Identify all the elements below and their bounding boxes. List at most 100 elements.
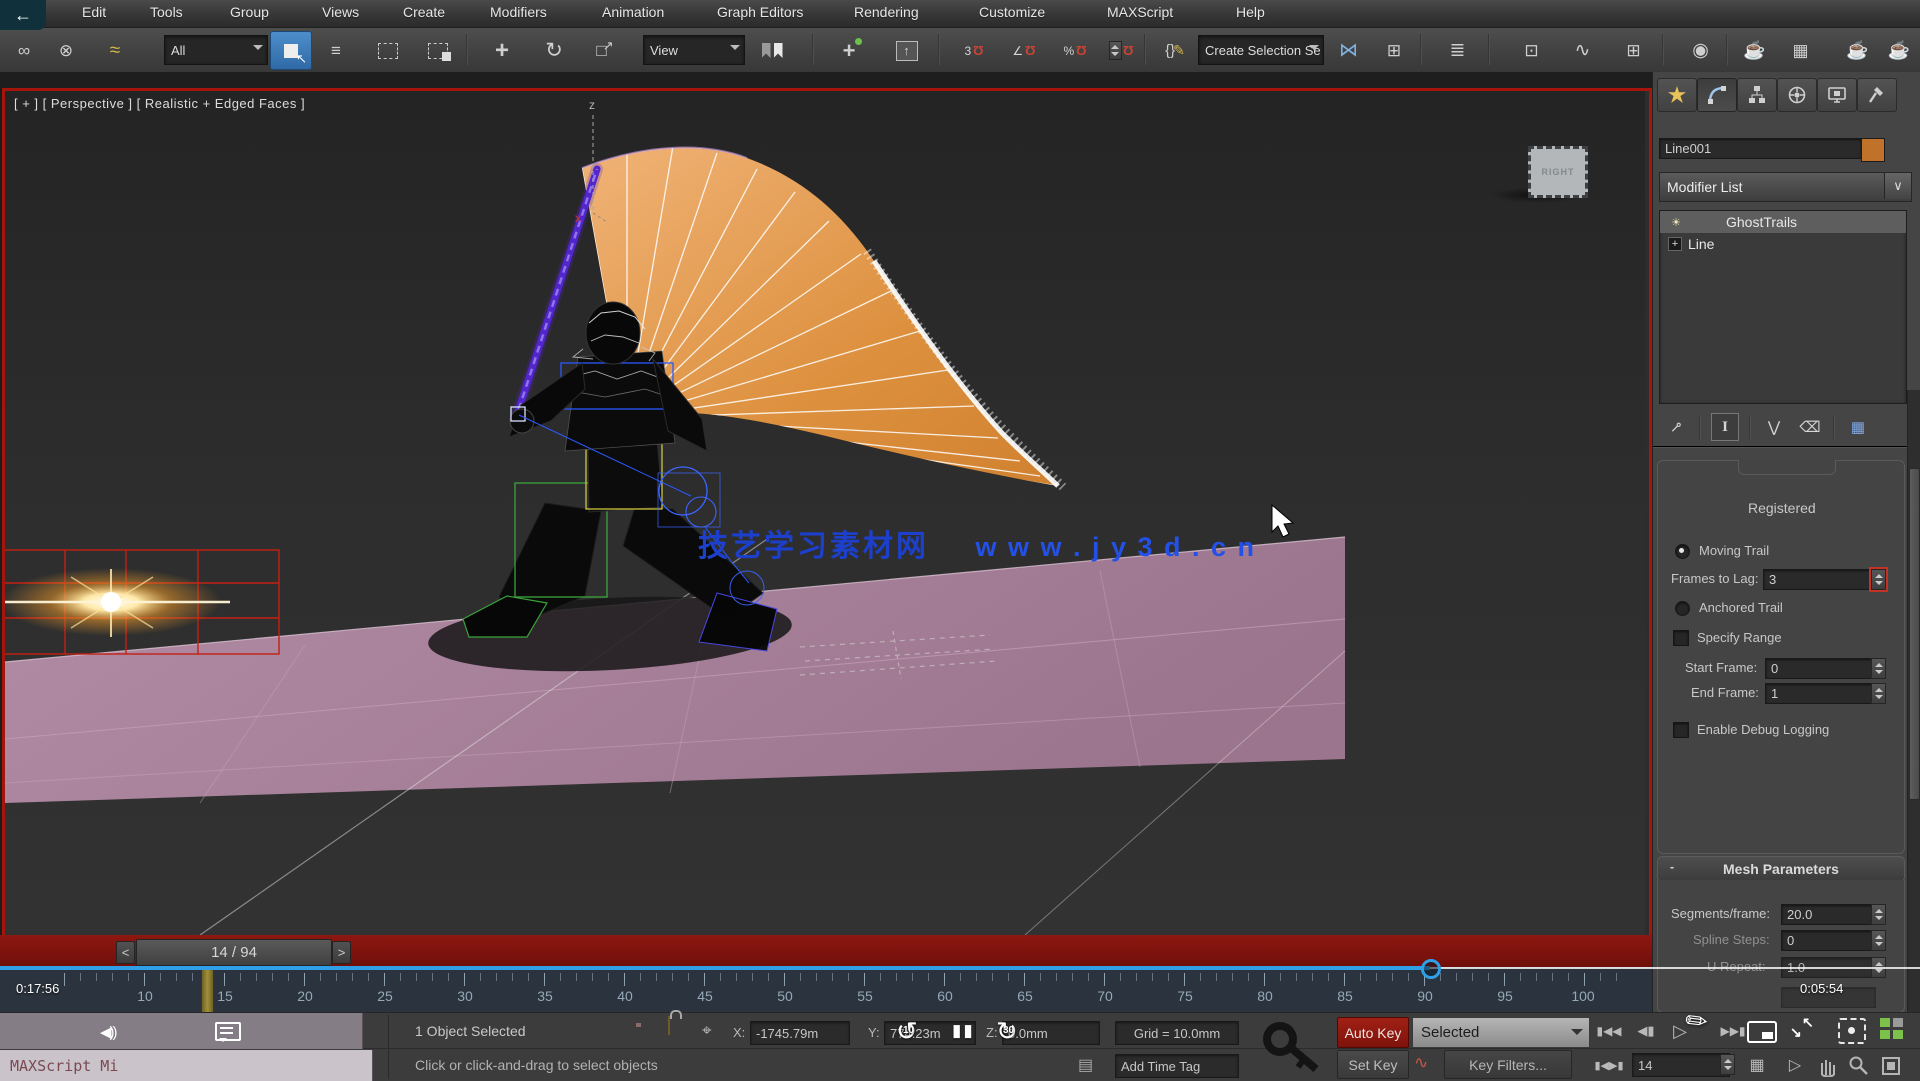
back-button[interactable]: ← <box>0 0 46 30</box>
object-name-field[interactable]: Line001 <box>1659 138 1862 159</box>
viewport-label[interactable]: [ + ] [ Perspective ] [ Realistic + Edge… <box>14 96 305 111</box>
coordinate-center-icon[interactable]: ⌖ <box>702 1021 712 1041</box>
tab-motion[interactable] <box>1777 78 1817 112</box>
maximize-viewport-icon[interactable] <box>1880 1055 1902 1077</box>
key-mode-toggle-button[interactable]: ▮◀▶▮ <box>1594 1051 1624 1079</box>
add-time-tag-field[interactable]: Add Time Tag <box>1115 1054 1239 1078</box>
time-slider-handle[interactable]: 14 / 94 <box>136 939 332 966</box>
snaps-toggle-icon[interactable]: 3Ω <box>957 31 991 70</box>
toggle-scene-explorer-icon[interactable]: ⊡ <box>1511 31 1552 70</box>
menu-tools[interactable]: Tools <box>150 4 183 20</box>
pan-hand-icon[interactable] <box>1816 1055 1840 1077</box>
end-frame-spinner[interactable] <box>1871 683 1886 704</box>
select-and-rotate-icon[interactable]: ↻ <box>536 31 572 70</box>
resize-arrows-icon[interactable]: ↖ ↘ <box>1790 1014 1820 1044</box>
right-stamp-object[interactable]: RIGHT <box>1528 146 1588 198</box>
enable-debug-logging-checkbox[interactable] <box>1673 722 1689 738</box>
auto-key-button[interactable]: Auto Key <box>1337 1017 1409 1048</box>
set-keys-key-icon[interactable] <box>1262 1019 1324 1075</box>
select-and-manipulate-button[interactable] <box>752 31 792 70</box>
layer-explorer-button[interactable]: ↑ <box>886 31 927 70</box>
zoom-icon[interactable] <box>1848 1055 1870 1077</box>
stack-item-line[interactable]: + Line <box>1660 233 1906 255</box>
forward-30-button[interactable]: ↻ 30 <box>996 1016 1018 1047</box>
menu-modifiers[interactable]: Modifiers <box>490 4 547 20</box>
select-object-button[interactable]: ↖ <box>270 31 312 70</box>
start-frame-field[interactable]: 0 <box>1765 658 1876 679</box>
current-frame-marker[interactable] <box>201 968 214 1015</box>
render-production-icon[interactable]: ☕ <box>1838 31 1877 70</box>
menu-help[interactable]: Help <box>1236 4 1265 20</box>
set-key-button[interactable]: Set Key <box>1337 1050 1409 1079</box>
configure-modifier-sets-icon[interactable]: ▦ <box>1845 414 1871 440</box>
video-progress-handle[interactable] <box>1421 959 1441 979</box>
rendered-frame-window-icon[interactable]: ▦ <box>1781 31 1820 70</box>
menu-group[interactable]: Group <box>230 4 269 20</box>
comments-icon[interactable] <box>215 1022 241 1041</box>
material-editor-icon[interactable]: ◉ <box>1681 31 1720 70</box>
video-progress-played[interactable] <box>0 966 1430 970</box>
menu-create[interactable]: Create <box>403 4 445 20</box>
frame-field-spinner[interactable] <box>1720 1054 1735 1075</box>
time-configuration-button[interactable]: ▦ <box>1742 1051 1772 1079</box>
previous-frame-arrow[interactable]: < <box>116 941 135 964</box>
picture-in-picture-icon[interactable] <box>1747 1021 1777 1043</box>
go-to-start-button[interactable]: ▮◀◀ <box>1594 1017 1624 1045</box>
mirror-icon[interactable]: ⋈ <box>1329 31 1368 70</box>
window-crossing-button[interactable] <box>418 31 458 70</box>
panel-scrollbar-thumb[interactable] <box>1909 468 1920 800</box>
menu-customize[interactable]: Customize <box>979 4 1045 20</box>
spline-steps-field[interactable]: 0 <box>1781 930 1876 951</box>
make-unique-icon[interactable]: ⋁ <box>1761 414 1787 440</box>
remove-modifier-icon[interactable]: ⌫ <box>1797 414 1823 440</box>
modifier-list-dropdown[interactable]: Modifier List ∨ <box>1659 172 1912 202</box>
select-and-place-button[interactable]: + <box>829 31 869 70</box>
mesh-parameters-rollout-header[interactable]: - Mesh Parameters <box>1657 856 1905 882</box>
object-color-swatch[interactable] <box>1861 138 1885 162</box>
next-frame-arrow[interactable]: > <box>332 941 351 964</box>
go-to-end-button[interactable]: ▶▶▮ <box>1716 1017 1750 1045</box>
selection-lock-icon[interactable] <box>668 1017 670 1035</box>
previous-frame-button[interactable]: ◀▮ <box>1632 1017 1660 1045</box>
select-by-name-icon[interactable]: ≡ <box>318 31 354 70</box>
spinner-snap-toggle-icon[interactable]: Ω <box>1104 31 1138 70</box>
key-filters-button[interactable]: Key Filters... <box>1444 1050 1572 1079</box>
render-iterative-icon[interactable]: ☕ <box>1880 31 1918 70</box>
rectangular-selection-region-button[interactable] <box>368 31 408 70</box>
render-setup-icon[interactable]: ☕ <box>1735 31 1774 70</box>
rewind-10-button[interactable]: ↺ 10 <box>896 1016 918 1047</box>
bind-to-spacewarp-icon[interactable]: ≈ <box>94 31 136 70</box>
video-progress-remaining[interactable] <box>1430 967 1920 969</box>
reference-coordinate-dropdown[interactable]: View <box>643 35 745 65</box>
green-blocks-icon[interactable] <box>1880 1018 1906 1040</box>
select-and-link-icon[interactable]: ∞ <box>6 31 42 70</box>
specify-range-checkbox[interactable] <box>1673 630 1689 646</box>
default-in-out-tangent-icon[interactable]: ∿ <box>1414 1053 1428 1073</box>
end-frame-field[interactable]: 1 <box>1765 683 1876 704</box>
show-end-result-icon[interactable]: I <box>1711 413 1739 441</box>
pause-button[interactable]: ▮▮ <box>952 1021 975 1041</box>
volume-icon[interactable]: ◀)) <box>100 1023 116 1041</box>
panel-scrollbar[interactable] <box>1907 390 1920 1012</box>
selection-filter-dropdown[interactable]: All <box>164 35 268 65</box>
align-icon[interactable]: ⊞ <box>1377 31 1411 70</box>
lightbulb-icon[interactable]: ☀ <box>1668 214 1684 230</box>
tab-create[interactable] <box>1657 78 1697 112</box>
menu-views[interactable]: Views <box>322 4 359 20</box>
time-slider-track[interactable]: < 14 / 94 > <box>0 935 1652 968</box>
manage-layers-icon[interactable]: ≣ <box>1438 31 1477 70</box>
named-selection-set-dropdown[interactable]: Create Selection Se <box>1198 35 1324 65</box>
stack-item-ghosttrails[interactable]: ☀ GhostTrails <box>1660 211 1906 233</box>
tab-hierarchy[interactable] <box>1737 78 1777 112</box>
menu-animation[interactable]: Animation <box>602 4 664 20</box>
frames-to-lag-field[interactable]: 3 <box>1763 569 1876 590</box>
frames-to-lag-spinner[interactable] <box>1871 569 1886 590</box>
unlink-selection-icon[interactable]: ⊗ <box>48 31 84 70</box>
tab-display[interactable] <box>1817 78 1857 112</box>
track-bar[interactable]: 10 15 20 25 30 35 40 45 50 55 60 65 70 7… <box>0 967 1652 1013</box>
anchored-trail-radio[interactable] <box>1675 601 1690 616</box>
edit-named-selection-sets-button[interactable]: {} ✎ <box>1155 31 1195 70</box>
schematic-view-icon[interactable]: ⊞ <box>1614 31 1653 70</box>
start-frame-spinner[interactable] <box>1871 658 1886 679</box>
expand-plus-icon[interactable]: + <box>1668 237 1682 251</box>
